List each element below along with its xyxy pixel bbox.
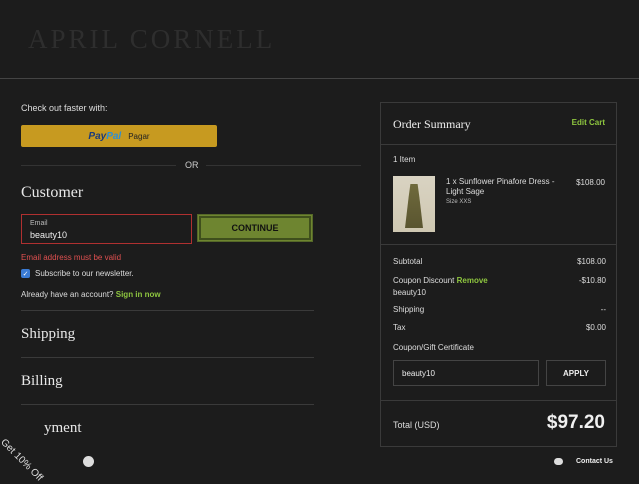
continue-button[interactable]: CONTINUE: [197, 214, 313, 242]
chat-icon: [554, 458, 563, 465]
contact-us-button[interactable]: Contact Us: [554, 458, 613, 465]
email-field[interactable]: Email beauty10: [21, 214, 192, 244]
divider: [381, 244, 616, 245]
coupon-input[interactable]: beauty10: [393, 360, 539, 386]
contact-us-label: Contact Us: [576, 458, 613, 465]
divider: [21, 165, 176, 166]
item-count: 1 Item: [393, 155, 416, 164]
subtotal-row: Subtotal $108.00: [393, 257, 606, 266]
product-price: $108.00: [576, 178, 605, 187]
total-value: $97.20: [546, 412, 605, 433]
product-name: 1 x Sunflower Pinafore Dress - Light Sag…: [446, 177, 555, 196]
newsletter-checkbox[interactable]: ✓: [21, 269, 30, 278]
newsletter-option[interactable]: ✓ Subscribe to our newsletter.: [21, 269, 134, 278]
or-separator: OR: [185, 160, 199, 170]
coupon-discount-row: Coupon Discount Remove -$10.80: [393, 276, 606, 285]
email-error-message: Email address must be valid: [21, 253, 122, 262]
customer-heading: Customer: [21, 184, 84, 201]
applied-coupon-code: beauty10: [393, 288, 426, 297]
divider: [206, 165, 361, 166]
signin-prompt: Already have an account? Sign in now: [21, 290, 161, 299]
toggle-dot[interactable]: [83, 456, 94, 467]
site-logo[interactable]: APRIL CORNELL: [28, 24, 275, 55]
shipping-row: Shipping --: [393, 305, 606, 314]
edit-cart-link[interactable]: Edit Cart: [572, 118, 605, 127]
divider: [381, 400, 616, 401]
divider: [381, 144, 616, 145]
dress-image: [405, 184, 423, 228]
section-divider: [21, 404, 314, 405]
site-header: APRIL CORNELL: [0, 0, 639, 79]
discount-promo-tab[interactable]: Get 10% Off: [0, 437, 45, 484]
order-summary-panel: Order Summary Edit Cart 1 Item 1 x Sunfl…: [380, 102, 617, 447]
payment-heading[interactable]: yment: [44, 420, 82, 437]
signin-link[interactable]: Sign in now: [116, 290, 161, 299]
section-divider: [21, 357, 314, 358]
tax-row: Tax $0.00: [393, 323, 606, 332]
section-divider: [21, 310, 314, 311]
paypal-button[interactable]: PayPal Pagar: [21, 125, 217, 147]
product-thumbnail[interactable]: [393, 176, 435, 232]
newsletter-label: Subscribe to our newsletter.: [35, 269, 134, 278]
paypal-logo: PayPal: [88, 130, 122, 142]
express-checkout-label: Check out faster with:: [21, 103, 108, 113]
billing-heading[interactable]: Billing: [21, 373, 63, 390]
email-label: Email: [30, 220, 48, 227]
product-size: Size XXS: [446, 199, 472, 205]
order-summary-title: Order Summary: [393, 117, 471, 131]
total-label: Total (USD): [393, 420, 440, 430]
paypal-action-label: Pagar: [128, 131, 150, 141]
apply-coupon-button[interactable]: APPLY: [546, 360, 606, 386]
coupon-certificate-label: Coupon/Gift Certificate: [393, 343, 474, 352]
shipping-heading[interactable]: Shipping: [21, 326, 75, 343]
email-value[interactable]: beauty10: [30, 230, 67, 240]
remove-coupon-link[interactable]: Remove: [457, 276, 488, 285]
